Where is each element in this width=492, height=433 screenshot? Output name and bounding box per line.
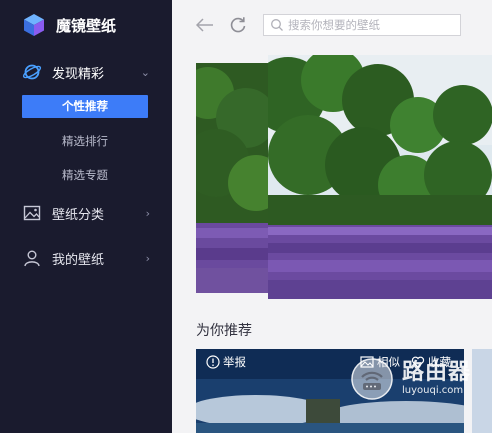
- arrow-left-icon: [196, 18, 213, 32]
- chevron-down-icon: ⌄: [140, 65, 150, 79]
- cube-logo-icon: [24, 14, 44, 36]
- watermark: 路由器 luyouqi.com: [350, 357, 471, 401]
- app-title: 魔镜壁纸: [56, 16, 117, 35]
- watermark-title: 路由器: [402, 360, 472, 385]
- banner-main-slide[interactable]: [268, 55, 492, 299]
- search-box[interactable]: [263, 14, 461, 36]
- sub-item-personal[interactable]: 个性推荐: [22, 95, 148, 118]
- chevron-right-icon: ›: [145, 206, 150, 220]
- search-input[interactable]: [284, 18, 458, 32]
- nav-discover-label: 发现精彩: [52, 66, 105, 82]
- back-button[interactable]: [194, 14, 216, 36]
- picture-icon: [23, 205, 41, 221]
- toolbar: [172, 0, 492, 50]
- watermark-url: luyouqi.com: [402, 385, 464, 396]
- nav-mine-label: 我的壁纸: [52, 252, 105, 268]
- refresh-button[interactable]: [227, 14, 249, 36]
- chevron-right-icon: ›: [145, 251, 150, 265]
- banner-lavender-image: [268, 55, 492, 299]
- report-label: 举报: [223, 355, 246, 369]
- nav-categories[interactable]: 壁纸分类 ›: [22, 203, 150, 223]
- search-icon: [271, 19, 283, 31]
- sub-item-ranking[interactable]: 精选排行: [22, 130, 148, 153]
- section-title-recommend: 为你推荐: [196, 323, 252, 339]
- banner-prev-slide[interactable]: [196, 63, 268, 293]
- brand: 魔镜壁纸: [22, 13, 116, 37]
- sub-item-topics[interactable]: 精选专题: [22, 164, 148, 187]
- nav-mine[interactable]: 我的壁纸 ›: [22, 248, 150, 268]
- user-icon: [24, 250, 40, 267]
- refresh-icon: [230, 17, 246, 33]
- nav-discover[interactable]: 发现精彩 ⌄: [22, 62, 150, 82]
- router-logo-icon: [351, 358, 393, 400]
- alert-icon: [206, 355, 220, 369]
- nav-categories-label: 壁纸分类: [52, 207, 105, 223]
- sidebar: 魔镜壁纸 发现精彩 ⌄ 个性推荐 精选排行 精选专题 壁纸分类 › 我的壁纸 ›: [0, 0, 172, 433]
- planet-icon: [22, 64, 42, 80]
- banner-prev-image: [196, 63, 268, 293]
- wallpaper-card-next[interactable]: [472, 349, 492, 433]
- report-button[interactable]: 举报: [206, 354, 246, 370]
